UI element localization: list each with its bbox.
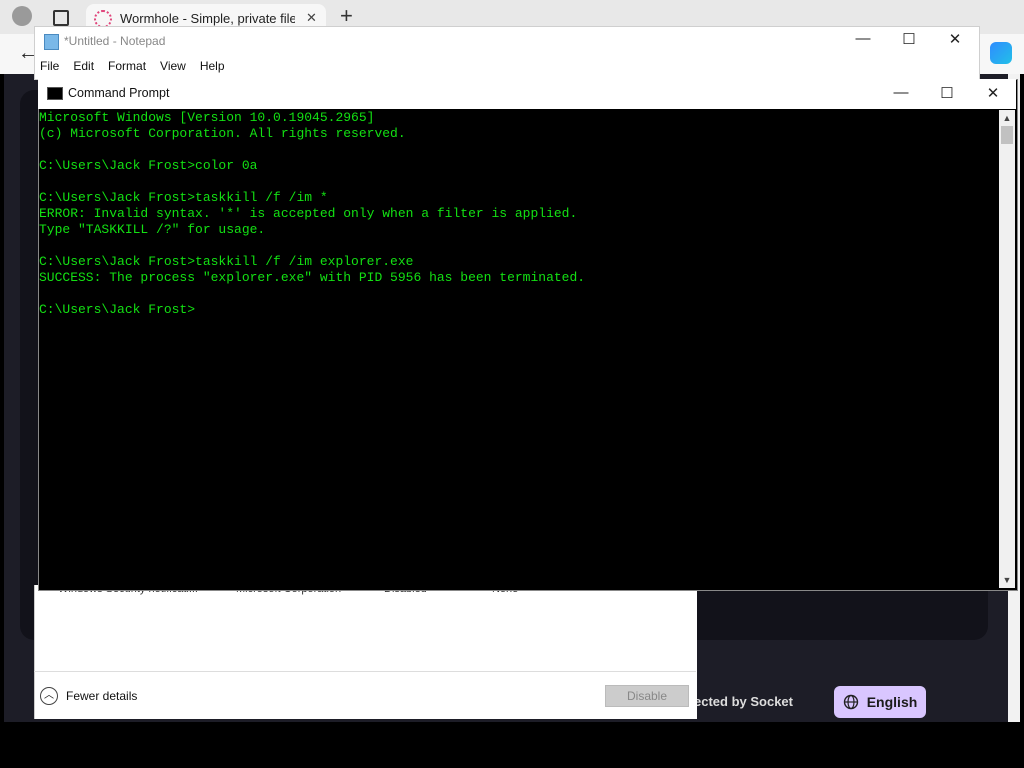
cmd-line: C:\Users\Jack Frost>color 0a bbox=[39, 158, 258, 173]
fewer-details-label: Fewer details bbox=[66, 689, 138, 703]
menu-file[interactable]: File bbox=[40, 59, 59, 73]
cmd-line: C:\Users\Jack Frost>taskkill /f /im expl… bbox=[39, 254, 414, 269]
notepad-maximize-button[interactable]: ☐ bbox=[894, 30, 924, 48]
cmd-line bbox=[39, 238, 999, 254]
cmd-line bbox=[39, 286, 999, 302]
notepad-close-button[interactable]: ✕ bbox=[940, 30, 970, 48]
notepad-minimize-button[interactable]: — bbox=[848, 30, 878, 47]
globe-icon bbox=[843, 694, 858, 710]
cmd-line: Microsoft Windows [Version 10.0.19045.29… bbox=[39, 110, 375, 125]
scroll-down-icon[interactable]: ▼ bbox=[999, 572, 1015, 588]
cmd-scrollbar[interactable]: ▲ ▼ bbox=[999, 110, 1015, 588]
menu-view[interactable]: View bbox=[160, 59, 186, 73]
cmd-line bbox=[39, 174, 999, 190]
cmd-minimize-button[interactable]: — bbox=[886, 84, 916, 101]
close-tab-icon[interactable]: ✕ bbox=[306, 10, 317, 26]
disable-button[interactable]: Disable bbox=[605, 685, 689, 707]
tab-title: Wormhole - Simple, private file sh bbox=[120, 11, 295, 26]
taskmgr-divider bbox=[34, 671, 696, 672]
chevron-up-icon: ︿ bbox=[40, 687, 58, 705]
language-button[interactable]: English bbox=[834, 686, 926, 718]
cmd-maximize-button[interactable]: ☐ bbox=[932, 84, 962, 102]
notepad-title: *Untitled - Notepad bbox=[64, 34, 166, 48]
cmd-line: ERROR: Invalid syntax. '*' is accepted o… bbox=[39, 206, 578, 221]
menu-help[interactable]: Help bbox=[200, 59, 225, 73]
copilot-icon[interactable] bbox=[990, 42, 1012, 64]
notepad-icon bbox=[44, 34, 59, 50]
sidebar-toggle-icon[interactable] bbox=[53, 10, 69, 26]
cmd-line: Type "TASKKILL /?" for usage. bbox=[39, 222, 266, 237]
profile-icon[interactable] bbox=[12, 6, 32, 26]
cmd-output[interactable]: Microsoft Windows [Version 10.0.19045.29… bbox=[39, 110, 999, 588]
scroll-up-icon[interactable]: ▲ bbox=[999, 110, 1015, 126]
language-label: English bbox=[866, 694, 918, 710]
cmd-line bbox=[39, 142, 999, 158]
cmd-icon bbox=[47, 87, 63, 100]
cmd-line: C:\Users\Jack Frost> bbox=[39, 302, 196, 317]
scroll-thumb[interactable] bbox=[1001, 126, 1013, 144]
menu-format[interactable]: Format bbox=[108, 59, 146, 73]
fewer-details-button[interactable]: ︿ Fewer details bbox=[40, 686, 137, 706]
cmd-title: Command Prompt bbox=[68, 86, 170, 100]
cmd-titlebar[interactable] bbox=[38, 79, 1016, 109]
cmd-line: C:\Users\Jack Frost>taskkill /f /im * bbox=[39, 190, 328, 205]
cmd-close-button[interactable]: ✕ bbox=[978, 84, 1008, 102]
taskbar-area bbox=[0, 728, 1024, 768]
cmd-line: SUCCESS: The process "explorer.exe" with… bbox=[39, 270, 586, 285]
cmd-line: (c) Microsoft Corporation. All rights re… bbox=[39, 126, 406, 141]
notepad-menubar: File Edit Format View Help bbox=[40, 59, 225, 73]
menu-edit[interactable]: Edit bbox=[73, 59, 94, 73]
footer-text: ected by Socket bbox=[694, 694, 793, 709]
